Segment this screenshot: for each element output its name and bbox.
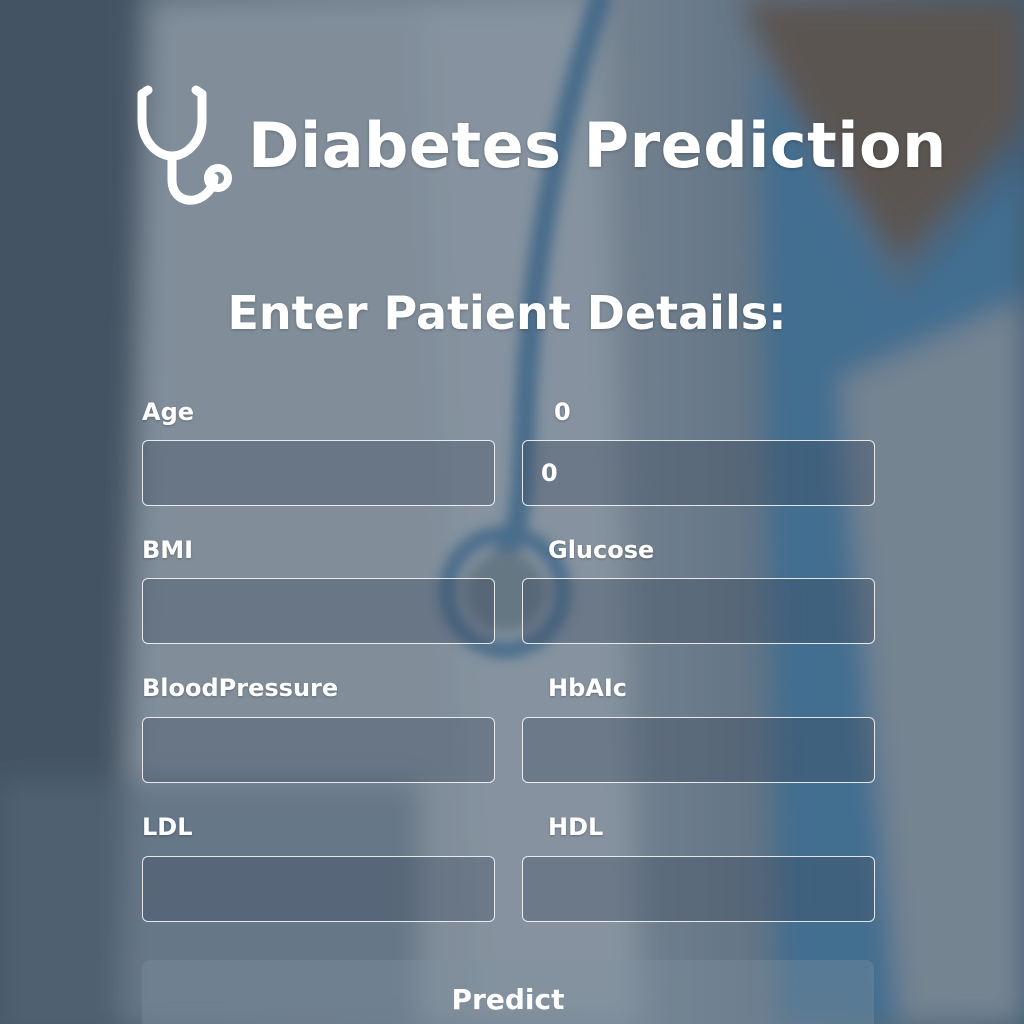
bmi-label: BMI — [142, 536, 194, 564]
ldl-label: LDL — [142, 813, 193, 841]
hba1c-input[interactable] — [522, 717, 875, 783]
glucose-label: Glucose — [548, 536, 655, 564]
form-heading: Enter Patient Details: — [227, 286, 787, 340]
hdl-input[interactable] — [522, 856, 875, 922]
predict-button[interactable]: Predict — [142, 960, 874, 1024]
blood-pressure-input[interactable] — [142, 717, 495, 783]
field-2-label: 0 — [554, 398, 571, 426]
age-input[interactable] — [142, 440, 495, 506]
glucose-input[interactable] — [522, 578, 875, 644]
app-title: Diabetes Prediction — [248, 108, 947, 182]
app-header: Diabetes Prediction — [136, 80, 947, 210]
hba1c-label: HbAIc — [548, 674, 627, 702]
hdl-label: HDL — [548, 813, 604, 841]
stethoscope-icon — [137, 85, 232, 205]
blood-pressure-label: BloodPressure — [142, 674, 339, 702]
bmi-input[interactable] — [142, 578, 495, 644]
age-label: Age — [142, 398, 195, 426]
ldl-input[interactable] — [142, 856, 495, 922]
field-2-input[interactable] — [522, 440, 875, 506]
